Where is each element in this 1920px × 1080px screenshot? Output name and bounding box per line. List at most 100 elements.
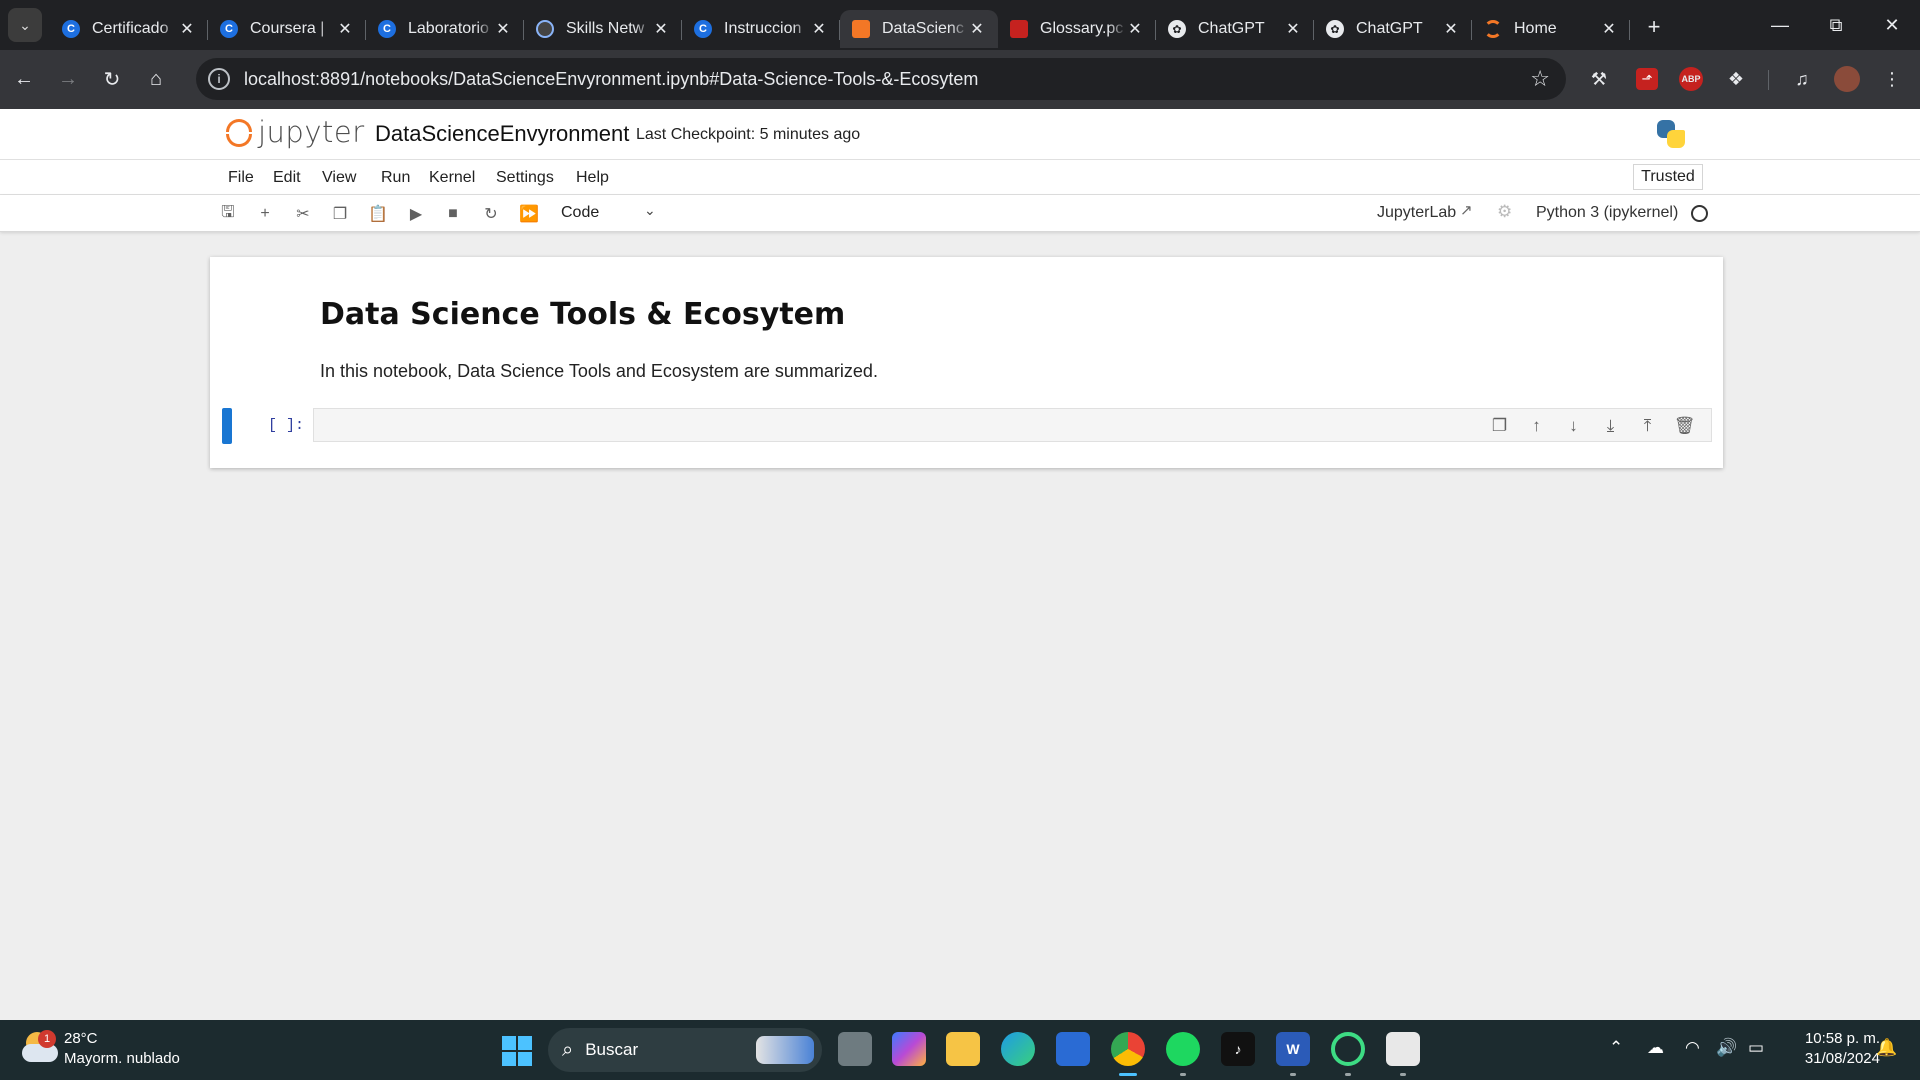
browser-tab[interactable]: Glossary.pc ✕: [998, 10, 1156, 48]
battery-icon[interactable]: ▭: [1748, 1038, 1764, 1058]
trusted-indicator[interactable]: Trusted: [1633, 164, 1703, 190]
taskbar-search[interactable]: ⌕ Buscar: [548, 1028, 822, 1072]
browser-tab[interactable]: C Laboratorio ✕: [366, 10, 524, 48]
menu-kernel[interactable]: Kernel: [429, 169, 475, 187]
windows-start-icon[interactable]: [502, 1036, 532, 1066]
onedrive-icon[interactable]: ☁: [1647, 1038, 1664, 1058]
chevron-down-icon[interactable]: ⌄: [644, 202, 656, 219]
extension-icon[interactable]: ⚒: [1584, 64, 1614, 94]
browser-tab[interactable]: ✿ ChatGPT ✕: [1314, 10, 1472, 48]
close-icon[interactable]: ✕: [652, 19, 670, 39]
external-link-icon[interactable]: ↗: [1460, 201, 1473, 219]
store-icon[interactable]: [1056, 1032, 1090, 1066]
kernel-name[interactable]: Python 3 (ipykernel): [1536, 204, 1678, 222]
edge-icon[interactable]: [1001, 1032, 1035, 1066]
media-control-icon[interactable]: ♫: [1787, 64, 1817, 94]
menu-edit[interactable]: Edit: [273, 169, 301, 187]
browser-tab[interactable]: C Certificado ✕: [50, 10, 208, 48]
weather-temperature[interactable]: 28°C: [64, 1030, 98, 1047]
menu-view[interactable]: View: [322, 169, 356, 187]
forward-button[interactable]: →: [48, 60, 88, 100]
puzzle-icon[interactable]: ❖: [1721, 64, 1751, 94]
close-window-button[interactable]: ✕: [1864, 0, 1920, 50]
copilot-icon[interactable]: [892, 1032, 926, 1066]
browser-tab[interactable]: C Instruccion ✕: [682, 10, 840, 48]
notification-bell-icon[interactable]: 🔔: [1876, 1038, 1897, 1058]
more-vert-icon[interactable]: ⋮: [1877, 64, 1907, 94]
copy-icon[interactable]: ❐: [328, 202, 352, 226]
code-cell-input[interactable]: ❐ ↑ ↓ ⤓ ⤒ 🗑: [313, 408, 1712, 442]
close-icon[interactable]: ✕: [336, 19, 354, 39]
browser-tab[interactable]: Home ✕: [1472, 10, 1630, 48]
tiktok-icon[interactable]: ♪: [1221, 1032, 1255, 1066]
adblock-icon[interactable]: ABP: [1679, 67, 1703, 91]
cut-icon[interactable]: ✂: [291, 202, 315, 226]
tab-title: ChatGPT: [1198, 20, 1265, 37]
browser-tab[interactable]: C Coursera | ✕: [208, 10, 366, 48]
arrow-left-icon: ←: [14, 68, 34, 90]
restore-icon: ⧉: [1829, 14, 1843, 35]
menu-run[interactable]: Run: [381, 169, 410, 187]
tab-search-button[interactable]: ⌄: [8, 8, 42, 42]
active-cell-marker[interactable]: [222, 408, 232, 444]
save-icon[interactable]: 🖫: [216, 202, 240, 226]
volume-icon[interactable]: 🔊: [1716, 1038, 1737, 1058]
site-info-icon[interactable]: i: [208, 68, 230, 90]
jupyter-logo[interactable]: jupyter: [224, 115, 365, 149]
browser-tab[interactable]: Skills Netw ✕: [524, 10, 682, 48]
add-cell-icon[interactable]: +: [253, 202, 277, 226]
snipping-tool-icon[interactable]: [1386, 1032, 1420, 1066]
close-icon[interactable]: ✕: [810, 19, 828, 39]
chevron-up-icon[interactable]: ⌃: [1609, 1038, 1623, 1058]
address-bar[interactable]: i localhost:8891/notebooks/DataScienceEn…: [196, 58, 1566, 100]
reload-button[interactable]: ↻: [92, 60, 132, 100]
wifi-icon[interactable]: ◠: [1685, 1038, 1700, 1058]
avatar[interactable]: [1834, 66, 1860, 92]
minimize-button[interactable]: —: [1752, 0, 1808, 50]
close-icon[interactable]: ✕: [968, 19, 986, 39]
browser-tab-active[interactable]: DataScienc ✕: [840, 10, 998, 48]
fast-forward-icon[interactable]: ⏩: [517, 202, 541, 226]
close-icon[interactable]: ✕: [1442, 19, 1460, 39]
new-tab-button[interactable]: +: [1638, 11, 1670, 43]
stop-icon[interactable]: ■: [441, 202, 465, 226]
notebook-title[interactable]: DataScienceEnvyronment: [375, 121, 629, 147]
loading-app-icon[interactable]: [1331, 1032, 1365, 1066]
tab-title: Glossary.pc: [1040, 20, 1124, 37]
chrome-icon[interactable]: [1111, 1032, 1145, 1066]
trash-icon[interactable]: 🗑: [1666, 413, 1703, 439]
browser-tab[interactable]: ✿ ChatGPT ✕: [1156, 10, 1314, 48]
star-icon[interactable]: ☆: [1530, 66, 1550, 92]
duplicate-icon[interactable]: ❐: [1481, 413, 1518, 439]
pdf-extension-icon[interactable]: ⬏: [1636, 68, 1658, 90]
close-icon[interactable]: ✕: [1600, 19, 1618, 39]
clock-time[interactable]: 10:58 p. m.: [1790, 1030, 1880, 1047]
move-up-icon[interactable]: ↑: [1518, 413, 1555, 439]
arrow-right-icon: →: [58, 68, 78, 90]
jupyterlab-link[interactable]: JupyterLab: [1377, 204, 1456, 222]
word-icon[interactable]: W: [1276, 1032, 1310, 1066]
menu-help[interactable]: Help: [576, 169, 609, 187]
task-view-icon[interactable]: [838, 1032, 872, 1066]
run-icon[interactable]: ▶: [404, 202, 428, 226]
home-button[interactable]: ⌂: [136, 60, 176, 100]
paste-icon[interactable]: 📋: [366, 202, 390, 226]
close-icon[interactable]: ✕: [1284, 19, 1302, 39]
move-down-icon[interactable]: ↓: [1555, 413, 1592, 439]
weather-icon[interactable]: 1: [22, 1030, 62, 1066]
back-button[interactable]: ←: [4, 60, 44, 100]
menu-file[interactable]: File: [228, 169, 254, 187]
insert-below-icon[interactable]: ⤓: [1592, 413, 1629, 439]
spotify-icon[interactable]: [1166, 1032, 1200, 1066]
restart-icon[interactable]: ↻: [479, 202, 503, 226]
close-icon[interactable]: ✕: [178, 19, 196, 39]
insert-above-icon[interactable]: ⤒: [1629, 413, 1666, 439]
clock-date[interactable]: 31/08/2024: [1790, 1050, 1880, 1067]
weather-condition[interactable]: Mayorm. nublado: [64, 1050, 180, 1067]
menu-settings[interactable]: Settings: [496, 169, 554, 187]
close-icon[interactable]: ✕: [494, 19, 512, 39]
restore-button[interactable]: ⧉: [1808, 0, 1864, 50]
close-icon[interactable]: ✕: [1126, 19, 1144, 39]
file-explorer-icon[interactable]: [946, 1032, 980, 1066]
cell-prompt: [ ]:: [268, 417, 305, 434]
